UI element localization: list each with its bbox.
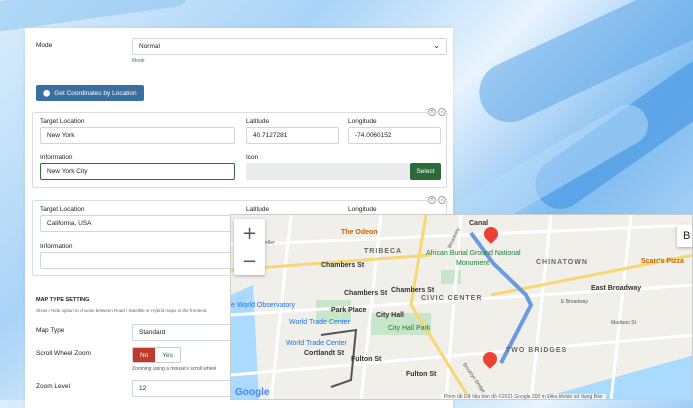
zoom-in-button[interactable]: + [242,223,257,244]
scroll-zoom-toggle[interactable]: No Yes [132,347,181,363]
map-label-chinatown: CHINATOWN [536,259,588,266]
information-input[interactable] [40,252,235,269]
map-label-wtc: World Trade Center [289,319,350,326]
target-location-label: Target Location [40,118,85,125]
location-pin-icon: ⬤ [43,90,51,97]
target-location-input[interactable]: New York [40,127,235,144]
latitude-label: Latitude [246,206,270,213]
map-type-help: Show / Hide option to choose between Roa… [36,308,207,313]
map-label-city-hall-park: City Hall Park [388,325,431,332]
map-label-scarrs: Scarr's Pizza [641,258,684,265]
information-label: Information [40,243,73,250]
map-label-tribeca: TRIBECA [364,248,403,255]
scroll-zoom-label: Scroll Wheel Zoom [36,350,91,357]
select-icon-button[interactable]: Select [410,163,441,180]
map-type-heading: MAP TYPE SETTING [36,297,90,303]
mode-help: Mode [132,58,145,64]
map-label-fulton: Fulton St [351,356,382,363]
map-label-chambers: Chambers St [344,290,388,297]
map-label-chambers: Chambers St [391,287,435,294]
target-location-input[interactable]: California, USA [40,215,235,232]
map-label-fulton: Fulton St [406,371,437,378]
map-label-wtc: World Trade Center [286,340,347,347]
map-label-park-place: Park Place [331,307,367,314]
information-input[interactable]: New York City [40,163,235,180]
map-label-odeon: The Odeon [341,229,378,236]
map-footer: Phím tắt Dữ liệu bản đồ ©2021 Google 200… [441,394,606,399]
information-label: Information [40,154,73,161]
map-label-observatory: e World Observatory [231,302,296,309]
zoom-out-button[interactable]: − [242,251,257,272]
map-zoom-control: + − [234,219,265,275]
google-logo: Google [235,387,270,398]
mode-select[interactable]: Normal ⌄ [132,38,447,55]
longitude-label: Longitude [348,118,377,125]
map-label-cortlandt: Cortlandt St [304,350,345,357]
map-label-e-broadway: E Broadway [561,299,588,305]
mode-value: Normal [139,43,160,50]
toggle-yes[interactable]: Yes [155,348,180,362]
longitude-label: Longitude [348,206,377,213]
icon-input[interactable] [246,163,410,180]
map-label-two-bridges: TWO BRIDGES [506,347,568,354]
map-preview[interactable]: The Odeon TRIBECA Chambers St Chambers S… [230,214,693,400]
map-type-label: Map Type [36,327,65,334]
map-label-civic-center: CIVIC CENTER [421,295,483,302]
map-label-african: African Burial Ground National [426,250,521,257]
mode-label: Mode [36,42,53,49]
longitude-input[interactable]: -74.0060152 [348,127,441,144]
map-canvas [231,215,692,399]
latitude-label: Latitude [246,118,270,125]
scroll-zoom-help: Zooming using a mouse's scroll wheel [132,366,217,372]
location-group-1: Target Location New York Latitude 40.712… [32,112,447,188]
map-label-chambers: Chambers St [321,262,365,269]
toggle-no[interactable]: No [133,348,156,362]
get-coordinates-button[interactable]: ⬤ Get Coordinates by Location [36,85,144,101]
latitude-input[interactable]: 40.7127281 [246,127,339,144]
zoom-level-label: Zoom Level [36,383,70,390]
map-type-button[interactable]: B [677,225,692,247]
map-label-city-hall: City Hall [376,312,405,319]
map-label-east-broadway: East Broadway [591,285,642,292]
get-coordinates-label: Get Coordinates by Location [54,89,137,97]
map-label-canal: Canal [469,220,489,227]
target-location-label: Target Location [40,206,85,213]
chevron-down-icon: ⌄ [433,41,440,50]
map-label-monument: Monument [456,260,490,267]
map-label-madison: Madison St [611,320,637,326]
icon-label: Icon [246,154,259,161]
